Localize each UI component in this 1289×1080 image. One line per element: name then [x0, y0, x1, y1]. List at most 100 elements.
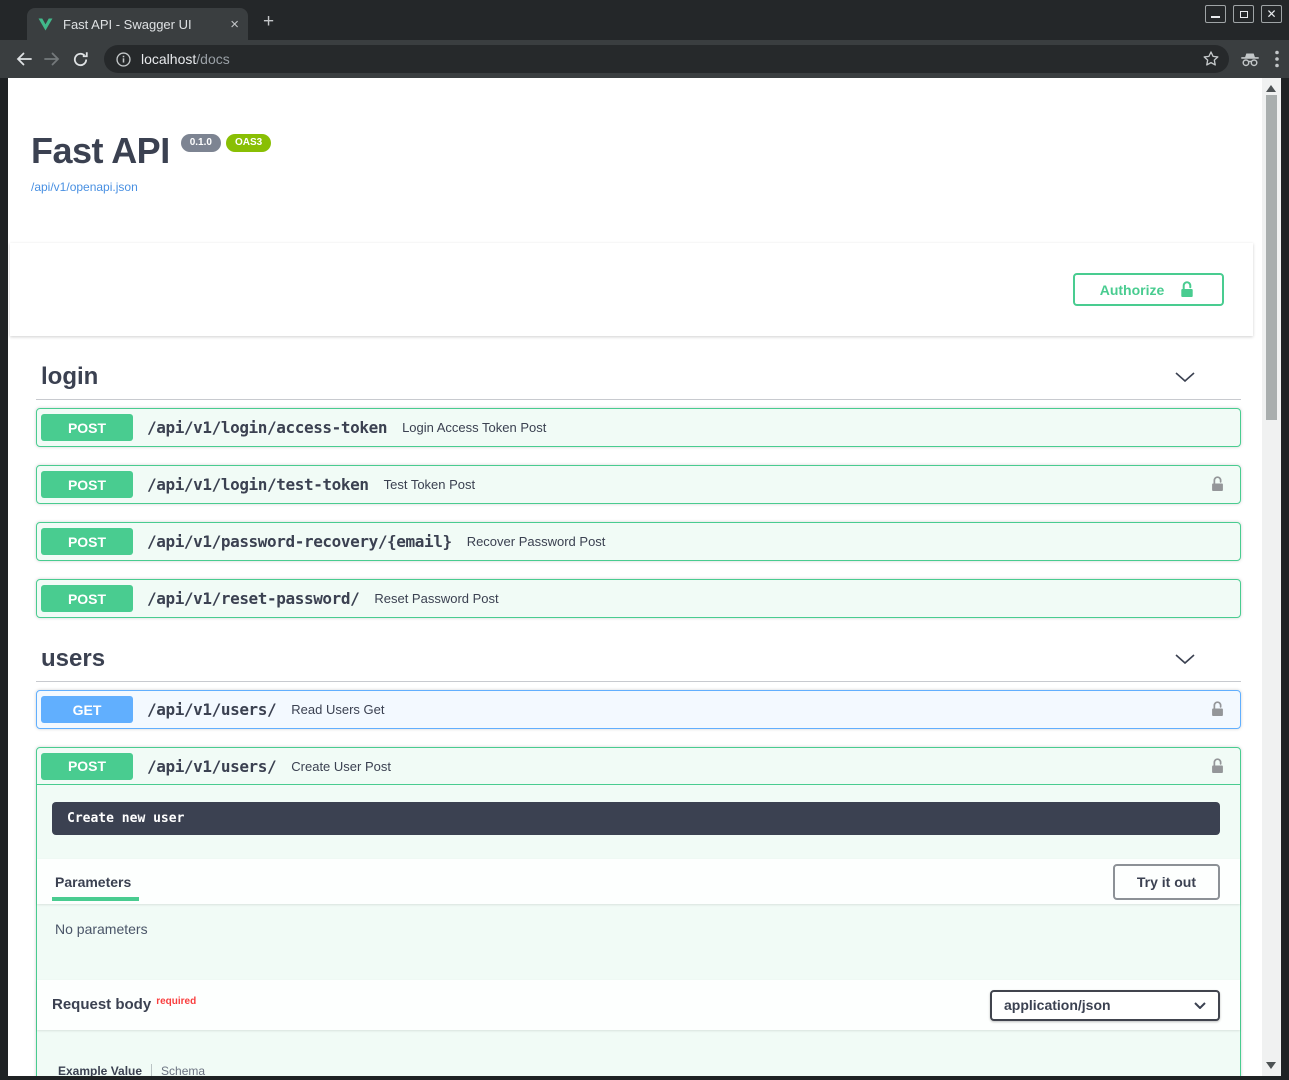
url-path: /docs	[196, 51, 229, 67]
url-bar[interactable]: localhost/docs	[104, 45, 1229, 73]
endpoint-block: POST /api/v1/users/ Create User Post Cre…	[36, 747, 1241, 1076]
bookmark-star-icon[interactable]	[1202, 50, 1220, 68]
tab-bar: Fast API - Swagger UI × + ✕	[0, 0, 1289, 40]
back-button[interactable]	[10, 45, 38, 73]
back-arrow-icon	[14, 49, 34, 69]
endpoint-path: /api/v1/password-recovery/{email}	[147, 532, 452, 551]
site-info-icon[interactable]	[115, 51, 132, 68]
lock-icon	[1208, 700, 1227, 719]
endpoint-summary-row[interactable]: POST /api/v1/users/ Create User Post	[37, 748, 1240, 785]
endpoint-description: Create new user	[52, 802, 1220, 835]
scrollbar-thumb[interactable]	[1266, 95, 1277, 420]
scroll-up-icon[interactable]	[1266, 85, 1276, 92]
close-button[interactable]: ✕	[1261, 5, 1282, 23]
request-body-header: Request body required application/json	[37, 980, 1240, 1030]
try-it-out-button[interactable]: Try it out	[1113, 864, 1220, 900]
page-scrollbar[interactable]	[1262, 78, 1281, 1076]
api-info: Fast API 0.1.0 OAS3 /api/v1/openapi.json	[8, 78, 1262, 196]
endpoint-summary: Read Users Get	[291, 702, 384, 717]
forward-arrow-icon	[42, 49, 62, 69]
method-badge: GET	[41, 696, 133, 723]
reload-button[interactable]	[66, 45, 94, 73]
method-badge: POST	[41, 585, 133, 612]
lock-button[interactable]	[1208, 700, 1227, 719]
endpoint-summary-row[interactable]: GET /api/v1/users/ Read Users Get	[37, 691, 1240, 728]
endpoint-block: POST /api/v1/login/access-token Login Ac…	[36, 408, 1241, 447]
menu-dots-icon[interactable]	[1275, 50, 1279, 68]
browser-toolbar: localhost/docs	[0, 40, 1289, 78]
endpoint-block: POST /api/v1/password-recovery/{email} R…	[36, 522, 1241, 561]
tag-section: users GET /api/v1/users/ Read Users Get …	[36, 645, 1241, 1076]
url-host: localhost	[141, 51, 196, 67]
tab-title: Fast API - Swagger UI	[63, 17, 230, 32]
authorize-button[interactable]: Authorize	[1073, 273, 1224, 306]
incognito-icon	[1239, 51, 1261, 68]
lock-button[interactable]	[1208, 475, 1227, 494]
oas3-badge: OAS3	[226, 134, 271, 152]
chevron-down-icon[interactable]	[1174, 371, 1196, 383]
scroll-down-icon[interactable]	[1266, 1062, 1276, 1069]
media-type-value: application/json	[1004, 997, 1111, 1013]
tab-close-icon[interactable]: ×	[230, 17, 239, 32]
forward-button[interactable]	[38, 45, 66, 73]
endpoint-block: GET /api/v1/users/ Read Users Get	[36, 690, 1241, 729]
new-tab-button[interactable]: +	[263, 12, 274, 31]
tag-header[interactable]: users	[36, 645, 1241, 682]
method-badge: POST	[41, 753, 133, 780]
page-title: Fast API	[31, 131, 170, 171]
endpoint-summary: Login Access Token Post	[402, 420, 546, 435]
endpoint-summary: Create User Post	[291, 759, 391, 774]
endpoint-path: /api/v1/login/access-token	[147, 418, 387, 437]
version-badge: 0.1.0	[181, 134, 221, 152]
maximize-button[interactable]	[1233, 5, 1254, 23]
endpoint-summary-row[interactable]: POST /api/v1/login/test-token Test Token…	[37, 466, 1240, 503]
endpoint-summary: Test Token Post	[384, 477, 476, 492]
endpoint-summary-row[interactable]: POST /api/v1/login/access-token Login Ac…	[37, 409, 1240, 446]
section-title: login	[41, 363, 98, 391]
method-badge: POST	[41, 471, 133, 498]
endpoint-summary-row[interactable]: POST /api/v1/reset-password/ Reset Passw…	[37, 580, 1240, 617]
endpoint-block: POST /api/v1/reset-password/ Reset Passw…	[36, 579, 1241, 618]
tab-example-value[interactable]: Example Value	[58, 1064, 142, 1076]
parameters-header: Parameters Try it out	[37, 859, 1240, 904]
endpoint-summary: Recover Password Post	[467, 534, 606, 549]
sections: login POST /api/v1/login/access-token Lo…	[8, 363, 1262, 1076]
request-body-label: Request body	[52, 996, 151, 1013]
browser-window: Fast API - Swagger UI × + ✕	[0, 0, 1289, 1080]
swagger-page: Fast API 0.1.0 OAS3 /api/v1/openapi.json…	[8, 78, 1262, 1076]
endpoint-block: POST /api/v1/login/test-token Test Token…	[36, 465, 1241, 504]
minimize-button[interactable]	[1205, 5, 1226, 23]
toolbar-right	[1239, 50, 1279, 68]
endpoint-path: /api/v1/reset-password/	[147, 589, 359, 608]
method-badge: POST	[41, 528, 133, 555]
tab-schema[interactable]: Schema	[161, 1064, 205, 1076]
endpoint-list: POST /api/v1/login/access-token Login Ac…	[36, 408, 1241, 618]
endpoint-expanded-body: Create new user Parameters Try it out No…	[37, 802, 1240, 1076]
scheme-container: Authorize	[10, 243, 1253, 336]
tag-header[interactable]: login	[36, 363, 1241, 400]
chevron-down-icon[interactable]	[1174, 653, 1196, 665]
unlock-icon	[1177, 280, 1197, 300]
lock-icon	[1208, 757, 1227, 776]
maximize-icon	[1240, 11, 1248, 18]
window-controls: ✕	[1205, 5, 1282, 23]
favicon-icon	[38, 18, 53, 31]
media-type-select[interactable]: application/json	[990, 990, 1220, 1021]
method-badge: POST	[41, 414, 133, 441]
endpoint-summary: Reset Password Post	[374, 591, 498, 606]
tab-separator	[151, 1064, 152, 1076]
badges: 0.1.0 OAS3	[181, 134, 271, 152]
no-parameters-text: No parameters	[37, 904, 1240, 956]
tab-parameters[interactable]: Parameters	[52, 862, 139, 901]
required-badge: required	[156, 996, 196, 1007]
model-example-tabs: Example Value Schema	[58, 1064, 1220, 1076]
tag-section: login POST /api/v1/login/access-token Lo…	[36, 363, 1241, 618]
endpoint-summary-row[interactable]: POST /api/v1/password-recovery/{email} R…	[37, 523, 1240, 560]
lock-button[interactable]	[1208, 757, 1227, 776]
endpoint-path: /api/v1/users/	[147, 757, 276, 776]
openapi-spec-link[interactable]: /api/v1/openapi.json	[31, 180, 138, 194]
endpoint-path: /api/v1/users/	[147, 700, 276, 719]
select-chevron-icon	[1194, 1002, 1206, 1009]
browser-tab[interactable]: Fast API - Swagger UI ×	[27, 8, 248, 40]
section-title: users	[41, 645, 105, 673]
